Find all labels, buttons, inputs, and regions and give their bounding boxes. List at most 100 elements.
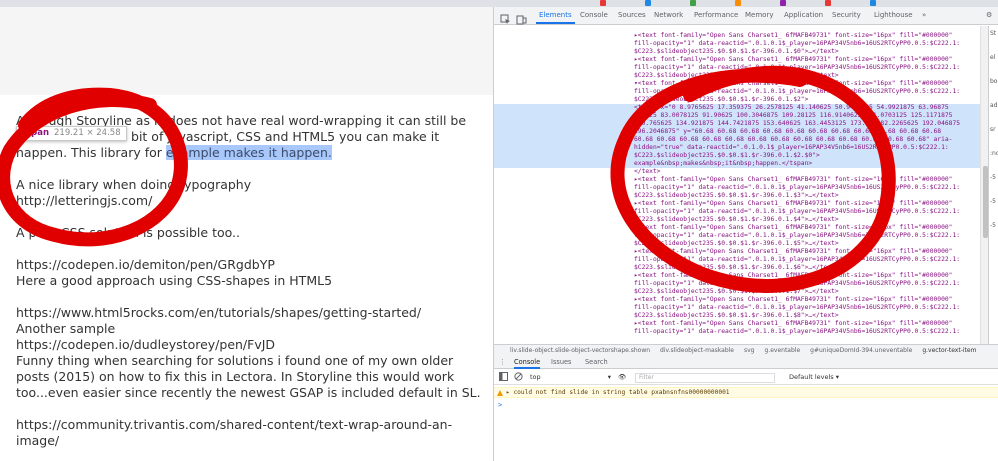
drawer-tab-bar: ⋮ Console Issues Search — [494, 355, 998, 369]
selected-node-line[interactable]: hidden="true" data-reactid=".0.1.0.1$_pl… — [494, 144, 980, 152]
dom-node-line[interactable]: $C223.$slideobject235.$0.$0.$1.$r-396.0.… — [494, 192, 980, 200]
console-toolbar: top ▾ 👁 Filter Default levels ▾ — [494, 370, 998, 385]
styles-fragment: sr — [990, 126, 996, 133]
dom-node-line[interactable]: ▸<text font-family="Open Sans Charset1_ … — [494, 56, 980, 64]
dom-node-line[interactable]: fill-opacity="1" data-reactid=".0.1.0.1$… — [494, 256, 980, 264]
tab-favicon-icon[interactable] — [780, 0, 786, 6]
elements-tree[interactable]: ▸<text font-family="Open Sans Charset1_ … — [494, 26, 980, 353]
dom-node-line[interactable]: fill-opacity="1" data-reactid=".0.1.0.1$… — [494, 328, 980, 336]
tab-favicon-icon[interactable] — [645, 0, 651, 6]
dom-node-line[interactable]: ▸<text font-family="Open Sans Charset1_ … — [494, 224, 980, 232]
drawer-menu-icon[interactable]: ⋮ — [499, 355, 506, 369]
dom-node-line[interactable]: fill-opacity="1" data-reactid=".0.1.0.1$… — [494, 304, 980, 312]
breadcrumb-item[interactable]: liv.slide-object.slide-object-vectorshap… — [510, 347, 650, 354]
sidebar-toggle-icon[interactable] — [499, 372, 508, 383]
dom-node-line[interactable]: fill-opacity="1" data-reactid=".0.1.0.1$… — [494, 88, 980, 96]
dom-node-line[interactable]: $C223.$slideobject235.$0.$0.$1.$r-396.0.… — [494, 288, 980, 296]
selected-node-line[interactable]: 60.68 60.68 60.68 60.68 60.68 60.68 60.6… — [494, 136, 980, 144]
console-prompt[interactable]: > — [498, 401, 502, 409]
tab-security[interactable]: Security — [832, 7, 861, 24]
tab-sources[interactable]: Sources — [618, 7, 646, 24]
more-tabs-icon[interactable]: » — [922, 7, 926, 24]
breadcrumb-item[interactable]: g.vector-text-item — [922, 347, 976, 354]
dom-node-line[interactable]: fill-opacity="1" data-reactid=".0.1.0.1$… — [494, 40, 980, 48]
dom-node-line[interactable]: ▸<text font-family="Open Sans Charset1_ … — [494, 176, 980, 184]
breadcrumb-item[interactable]: g.eventable — [765, 347, 801, 354]
dom-node-line[interactable]: fill-opacity="1" data-reactid=".0.1.0.1$… — [494, 184, 980, 192]
selected-node-line[interactable]: 196.2046875" y="60.68 60.68 60.68 60.68 … — [494, 128, 980, 136]
post-paragraph: https://community.trivantis.com/shared-c… — [16, 417, 486, 449]
tab-favicon-icon[interactable] — [825, 0, 831, 6]
drawer-tab-console[interactable]: Console — [514, 355, 541, 369]
drawer-tab-issues[interactable]: Issues — [551, 355, 572, 369]
post-text: Another sample — [16, 321, 116, 336]
dom-node-line[interactable]: $C223.$slideobject235.$0.$0.$1.$r-396.0.… — [494, 264, 980, 272]
post-link[interactable]: https://codepen.io/dudleystorey/pen/FvJD — [16, 337, 275, 352]
tab-favicon-icon[interactable] — [690, 0, 696, 6]
dom-node-line[interactable]: ▸<text font-family="Open Sans Charset1_ … — [494, 320, 980, 328]
tab-performance[interactable]: Performance — [694, 7, 738, 24]
dom-node-line[interactable]: ▸<text font-family="Open Sans Charset1_ … — [494, 296, 980, 304]
tab-network[interactable]: Network — [654, 7, 683, 24]
styles-fragment: el — [990, 54, 996, 61]
tab-favicon-icon[interactable] — [870, 0, 876, 6]
dom-node-line[interactable]: fill-opacity="1" data-reactid=".0.1.0.1$… — [494, 280, 980, 288]
post-paragraph: https://codepen.io/demiton/pen/GRgdbYP He… — [16, 257, 486, 289]
live-expression-eye-icon[interactable]: 👁 — [618, 372, 626, 383]
dom-node-line[interactable]: ▸<text font-family="Open Sans Charset1_ … — [494, 272, 980, 280]
dom-node-line[interactable]: fill-opacity="1" data-reactid=".0.1.0.1$… — [494, 64, 980, 72]
inspect-element-icon[interactable] — [500, 10, 511, 24]
dom-node-line[interactable]: $C223.$slideobject235.$0.$0.$1.$r-396.0.… — [494, 48, 980, 56]
console-message-text: could not find slide in string table pxa… — [513, 389, 730, 396]
tab-favicon-icon[interactable] — [735, 0, 741, 6]
console-warning-row[interactable]: ▸ could not find slide in string table p… — [494, 387, 998, 398]
devtools-panel: Elements Console Sources Network Perform… — [494, 7, 998, 461]
elements-scrollbar[interactable] — [980, 26, 988, 353]
tab-elements[interactable]: Elements — [536, 7, 575, 24]
tab-lighthouse[interactable]: Lighthouse — [874, 7, 913, 24]
dom-node-line[interactable]: </text> — [494, 168, 980, 176]
selected-node-line[interactable]: 130.765625 134.921875 144.7421875 153.64… — [494, 120, 980, 128]
dom-node-line[interactable]: fill-opacity="1" data-reactid=".0.1.0.1$… — [494, 232, 980, 240]
post-text: Funny thing when searching for solutions… — [16, 353, 481, 400]
post-link[interactable]: https://community.trivantis.com/shared-c… — [16, 417, 452, 448]
dom-node-line[interactable]: $C223.$slideobject235.$0.$0.$1.$r-396.0.… — [494, 96, 980, 104]
styles-pane[interactable]: St el bo ad sr:no -5 -5 -5 — [988, 26, 998, 353]
selected-node-line[interactable]: <tspan x="0 8.9765625 17.359375 26.25781… — [494, 104, 980, 112]
tab-memory[interactable]: Memory — [745, 7, 773, 24]
dom-node-line[interactable]: ▸<text font-family="Open Sans Charset1_ … — [494, 200, 980, 208]
dom-node-line[interactable]: fill-opacity="1" data-reactid=".0.1.0.1$… — [494, 208, 980, 216]
clear-console-icon[interactable] — [514, 372, 523, 383]
selected-node-line[interactable]: example&nbsp;makes&nbsp;it&nbsp;happen.<… — [494, 160, 980, 168]
dom-node-line[interactable]: ▸<text font-family="Open Sans Charset1_ … — [494, 32, 980, 40]
selected-node-line[interactable]: 68.125 83.0078125 91.90625 100.3046875 1… — [494, 112, 980, 120]
breadcrumb-item[interactable]: svg — [744, 347, 755, 354]
breadcrumb-item[interactable]: div.slideobject-maskable — [660, 347, 734, 354]
styles-fragment: St — [990, 30, 997, 37]
dom-node-line[interactable]: $C223.$slideobject235.$0.$0.$1.$r-396.0.… — [494, 312, 980, 320]
dom-node-line[interactable]: $C223.$slideobject235.$0.$0.$1.$r-396.0.… — [494, 240, 980, 248]
post-link[interactable]: http://letteringjs.com/ — [16, 193, 152, 208]
tab-console[interactable]: Console — [580, 7, 608, 24]
selected-node-line[interactable]: $C223.$slideobject235.$0.$0.$1.$r-396.0.… — [494, 152, 980, 160]
dom-node-line[interactable]: ▸<text font-family="Open Sans Charset1_ … — [494, 248, 980, 256]
log-levels-dropdown[interactable]: Default levels ▾ — [789, 372, 839, 383]
post-link[interactable]: https://codepen.io/demiton/pen/GRgdbYP — [16, 257, 275, 272]
dom-node-line[interactable]: $C223.$slideobject235.$0.$0.$1.$r-396.0.… — [494, 216, 980, 224]
dom-node-line[interactable]: $C223.$slideobject235.$0.$0.$1.$r-396.0.… — [494, 72, 980, 80]
styles-fragment: :no — [990, 150, 998, 157]
console-filter-input[interactable]: Filter — [635, 373, 775, 383]
breadcrumb-item[interactable]: g#uniqueDomId-394.uneventable — [810, 347, 912, 354]
drawer-tab-search[interactable]: Search — [585, 355, 608, 369]
device-toolbar-icon[interactable] — [516, 10, 527, 25]
post-link[interactable]: https://www.html5rocks.com/en/tutorials/… — [16, 305, 421, 320]
highlighted-text: example makes it happen. — [165, 145, 332, 160]
settings-gear-icon[interactable]: ⚙ — [986, 7, 992, 24]
filter-placeholder: Filter — [639, 374, 654, 381]
tab-favicon-icon[interactable] — [600, 0, 606, 6]
context-select[interactable]: top ▾ — [530, 372, 611, 383]
tab-application[interactable]: Application — [784, 7, 823, 24]
tooltip-size: 219.21 × 24.58 — [54, 128, 121, 138]
dom-node-line[interactable]: ▾<text font-family="Open Sans Charset1_ … — [494, 80, 980, 88]
styles-fragment: -5 — [990, 222, 996, 229]
